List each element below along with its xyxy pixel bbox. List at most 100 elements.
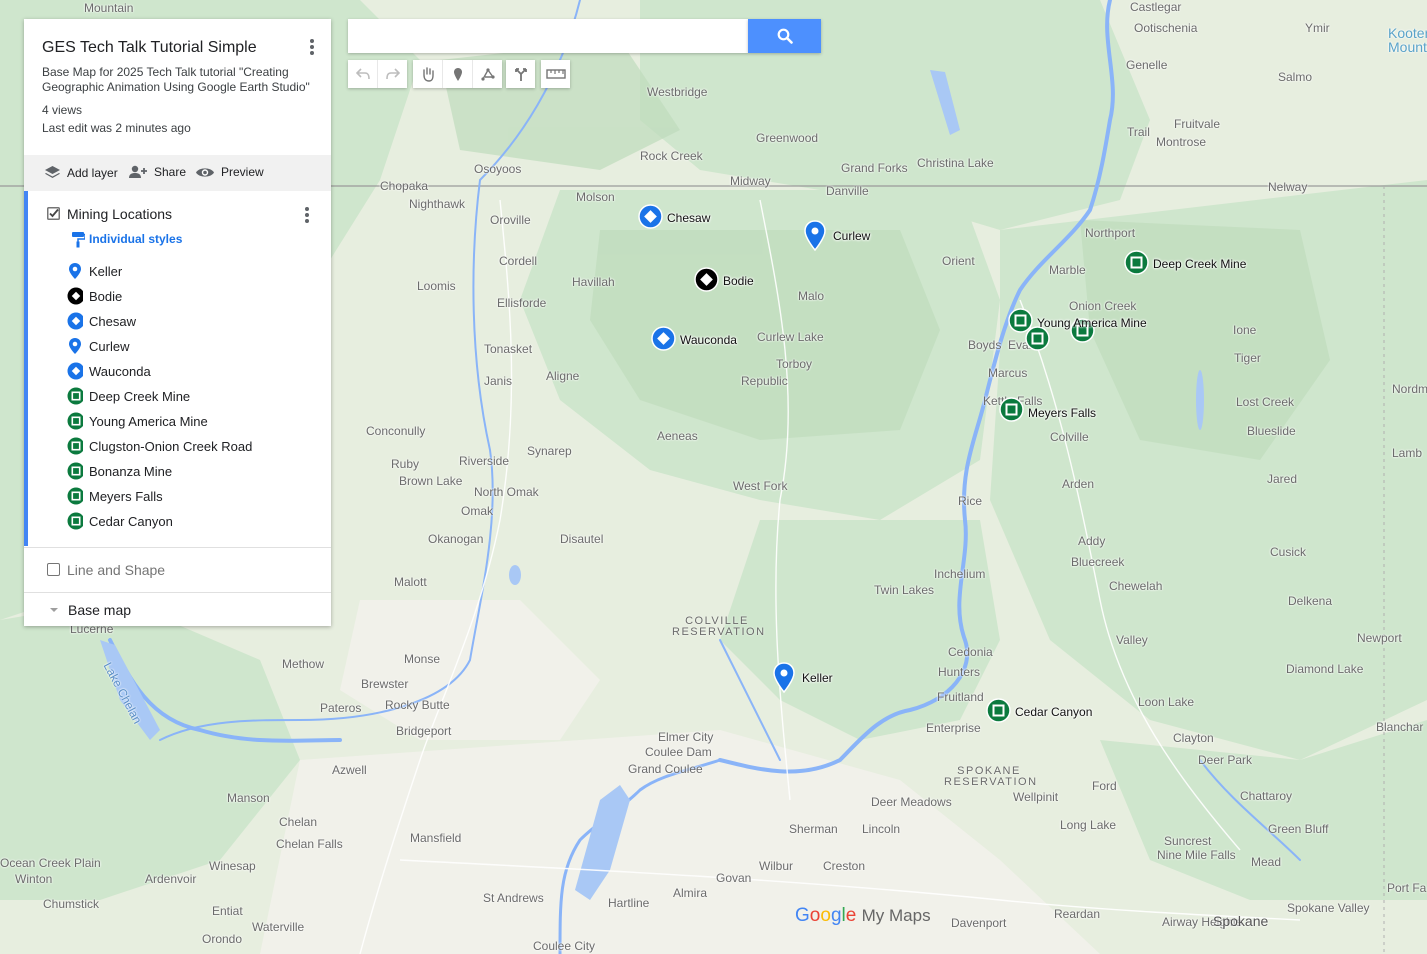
town-label: Winesap <box>209 859 256 873</box>
town-label: Christina Lake <box>917 156 994 170</box>
blue-pin-icon <box>773 662 795 694</box>
map-options-icon[interactable] <box>310 39 314 57</box>
town-label: Pateros <box>320 701 362 715</box>
marker-curlew[interactable] <box>804 220 826 257</box>
town-label: Govan <box>716 871 752 885</box>
marker-bodie[interactable] <box>694 267 719 297</box>
town-label: Tonasket <box>484 342 533 356</box>
town-label: Jared <box>1267 472 1298 486</box>
town-label: Castlegar <box>1130 0 1182 14</box>
marker-label-young-america-mine: Young America Mine <box>1037 316 1147 330</box>
layer-checkbox-mining[interactable] <box>47 207 60 220</box>
hand-icon <box>422 67 434 82</box>
legend-item[interactable]: Bodie <box>67 286 122 306</box>
layers-icon <box>45 166 60 178</box>
legend-item[interactable]: Chesaw <box>67 311 136 331</box>
town-label: Diamond Lake <box>1286 662 1364 676</box>
legend-item[interactable]: Cedar Canyon <box>67 511 173 531</box>
marker-cedar-canyon[interactable] <box>986 698 1011 728</box>
legend-item-label: Wauconda <box>89 363 151 379</box>
town-label: Grand Coulee <box>628 762 703 776</box>
add-layer-button[interactable]: Add layer <box>44 165 118 180</box>
town-label: Grand Forks <box>841 161 908 175</box>
marker-wauconda[interactable] <box>651 326 676 356</box>
town-label: Nine Mile Falls <box>1157 848 1236 862</box>
town-label: Nighthawk <box>409 197 466 211</box>
directions-tool <box>506 60 535 88</box>
pan-button[interactable] <box>413 60 443 88</box>
town-label: Aligne <box>546 369 580 383</box>
reservation-label-spokane: SPOKANE RESERVATION <box>944 765 1038 788</box>
green-square-icon <box>67 487 83 505</box>
preview-button[interactable]: Preview <box>195 165 264 179</box>
green-square-icon <box>986 698 1011 723</box>
marker-chesaw[interactable] <box>638 204 663 234</box>
town-label: Colville <box>1050 430 1089 444</box>
legend-item[interactable]: Bonanza Mine <box>67 461 172 481</box>
town-label: Methow <box>282 657 325 671</box>
town-label: Ymir <box>1305 21 1330 35</box>
directions-icon <box>514 68 527 81</box>
add-marker-button[interactable] <box>443 60 473 88</box>
map-description[interactable]: Base Map for 2025 Tech Talk tutorial "Cr… <box>42 65 322 95</box>
legend-item[interactable]: Meyers Falls <box>67 486 163 506</box>
town-label: Lost Creek <box>1236 395 1295 409</box>
marker-keller[interactable] <box>773 662 795 699</box>
town-label: Mansfield <box>410 831 462 845</box>
search-input[interactable] <box>348 19 748 53</box>
directions-button[interactable] <box>506 60 535 88</box>
town-label: Fruitvale <box>1174 117 1221 131</box>
blue-pin-icon <box>67 262 83 280</box>
legend-item[interactable]: Keller <box>67 261 122 281</box>
style-selector[interactable]: Individual styles <box>89 232 182 246</box>
town-label: Green Bluff <box>1268 822 1329 836</box>
town-label: Nelway <box>1268 180 1308 194</box>
green-square-icon <box>1124 250 1149 275</box>
legend-item-label: Clugston-Onion Creek Road <box>89 438 253 454</box>
layer-name-line-shape[interactable]: Line and Shape <box>67 562 165 578</box>
paint-roller-icon[interactable] <box>71 231 86 253</box>
marker-label-deep-creek-mine: Deep Creek Mine <box>1153 257 1247 271</box>
layer-name-mining[interactable]: Mining Locations <box>67 206 172 222</box>
marker-label-meyers-falls: Meyers Falls <box>1028 406 1097 420</box>
layer-options-icon[interactable] <box>305 207 309 225</box>
town-label: Twin Lakes <box>874 583 935 597</box>
marker-clugston-onion-creek-road[interactable] <box>1025 326 1050 356</box>
town-label: Deer Park <box>1198 753 1253 767</box>
layer-checkbox-line-shape[interactable] <box>47 563 60 576</box>
draw-line-button[interactable] <box>473 60 502 88</box>
panel-actions: Add layer Share Preview <box>24 155 331 191</box>
town-label: Coulee Dam <box>645 745 712 759</box>
town-label: Ootischenia <box>1134 21 1198 35</box>
measure-button[interactable] <box>541 60 570 88</box>
green-square-icon <box>67 512 83 530</box>
legend-item[interactable]: Young America Mine <box>67 411 208 431</box>
legend-item-label: Chesaw <box>89 313 136 329</box>
layer-name-base-map[interactable]: Base map <box>68 602 131 618</box>
town-label: Monse <box>404 652 441 666</box>
share-button[interactable]: Share <box>128 165 186 179</box>
legend-item[interactable]: Deep Creek Mine <box>67 386 190 406</box>
town-label: Brown Lake <box>399 474 463 488</box>
town-label: Torboy <box>776 357 813 371</box>
town-label: Lincoln <box>862 822 901 836</box>
town-label: West Fork <box>733 479 788 493</box>
town-label: Curlew Lake <box>757 330 824 344</box>
marker-meyers-falls[interactable] <box>999 397 1024 427</box>
town-label: Rice <box>958 494 983 508</box>
undo-button[interactable] <box>348 60 378 88</box>
legend-item[interactable]: Clugston-Onion Creek Road <box>67 436 252 456</box>
legend-item-label: Keller <box>89 263 123 279</box>
legend-item[interactable]: Curlew <box>67 336 129 356</box>
legend-item[interactable]: Wauconda <box>67 361 151 381</box>
green-square-icon <box>67 437 83 455</box>
town-label: Almira <box>673 886 708 900</box>
town-label: Janis <box>484 374 513 388</box>
search-button[interactable] <box>748 19 821 53</box>
town-label: Azwell <box>332 763 367 777</box>
redo-button[interactable] <box>378 60 407 88</box>
marker-deep-creek-mine[interactable] <box>1124 250 1149 280</box>
map-title[interactable]: GES Tech Talk Tutorial Simple <box>42 39 257 57</box>
town-label: Delkena <box>1288 594 1333 608</box>
chevron-down-icon[interactable] <box>47 603 61 621</box>
